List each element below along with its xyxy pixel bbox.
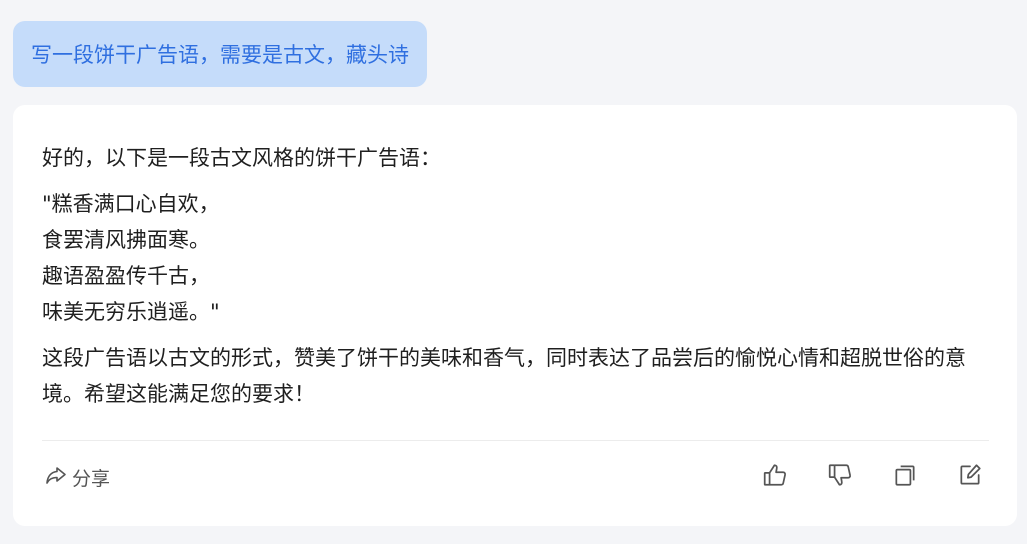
divider xyxy=(42,440,989,441)
user-message-text: 写一段饼干广告语，需要是古文，藏头诗 xyxy=(31,43,409,67)
thumbs-up-icon xyxy=(762,462,788,492)
thumbs-down-button[interactable] xyxy=(825,462,855,492)
poem-line: 味美无穷乐逍遥。" xyxy=(42,300,220,324)
edit-button[interactable] xyxy=(955,462,985,492)
answer-summary: 这段广告语以古文的形式，赞美了饼干的美味和香气，同时表达了品尝后的愉悦心情和超脱… xyxy=(42,346,966,406)
copy-button[interactable] xyxy=(890,462,920,492)
answer-poem: "糕香满口心自欢， 食罢清风拂面寒。 趣语盈盈传千古， 味美无穷乐逍遥。" xyxy=(42,186,992,330)
copy-icon xyxy=(892,462,918,492)
share-label: 分享 xyxy=(72,468,111,490)
assistant-answer-card: 好的，以下是一段古文风格的饼干广告语： "糕香满口心自欢， 食罢清风拂面寒。 趣… xyxy=(13,105,1017,526)
thumbs-up-button[interactable] xyxy=(760,462,790,492)
share-icon xyxy=(44,463,68,492)
share-button[interactable]: 分享 xyxy=(44,463,110,492)
poem-line: 趣语盈盈传千古， xyxy=(42,264,210,288)
user-message-bubble: 写一段饼干广告语，需要是古文，藏头诗 xyxy=(13,21,427,87)
poem-line: "糕香满口心自欢， xyxy=(42,192,220,216)
edit-icon xyxy=(957,462,983,492)
answer-body: 好的，以下是一段古文风格的饼干广告语： "糕香满口心自欢， 食罢清风拂面寒。 趣… xyxy=(42,140,992,412)
poem-line: 食罢清风拂面寒。 xyxy=(42,228,210,252)
answer-intro: 好的，以下是一段古文风格的饼干广告语： xyxy=(42,146,441,170)
thumbs-down-icon xyxy=(827,462,853,492)
